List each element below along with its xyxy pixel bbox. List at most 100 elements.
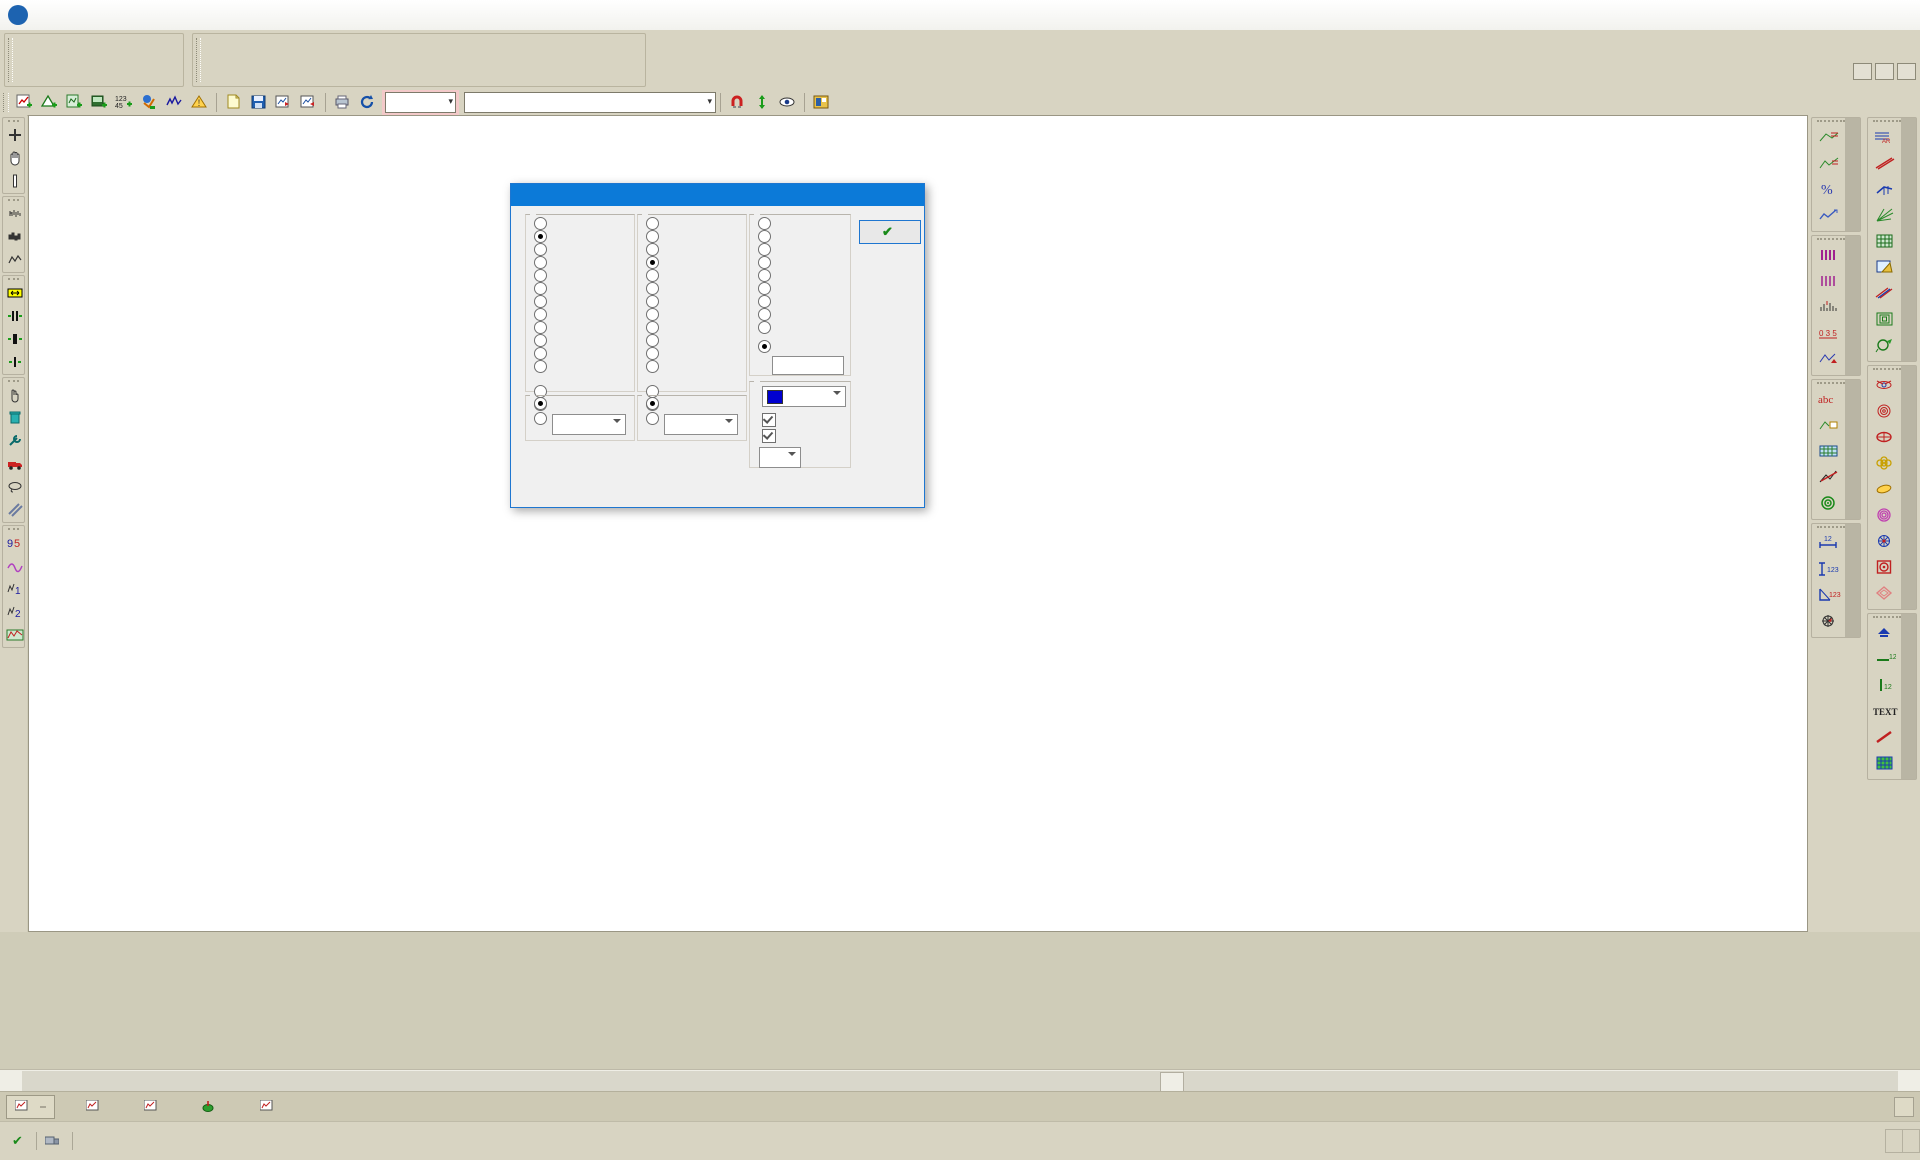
line-marker-icon[interactable] (1871, 724, 1899, 749)
harmonic-radio-3rd[interactable] (758, 243, 850, 256)
to-radio-moons-node[interactable] (646, 347, 746, 360)
line-width-select[interactable] (759, 447, 801, 468)
harmonic-radio-5th[interactable] (758, 269, 850, 282)
magnet-icon[interactable] (726, 91, 749, 114)
expand-horizontal-icon[interactable] (3, 305, 26, 327)
mdi-minimize-button[interactable] (1853, 63, 1872, 80)
from-orientation-geocentric[interactable] (534, 397, 634, 410)
oval-icon[interactable] (1871, 476, 1899, 501)
arrow-marker-icon[interactable] (1871, 620, 1899, 645)
square-spiral-icon[interactable] (1871, 306, 1899, 331)
harmonic-radio-2nd[interactable] (758, 230, 850, 243)
from-radio-moons-node[interactable] (534, 347, 634, 360)
menu-help[interactable] (75, 50, 89, 54)
alerts-icon[interactable] (38, 91, 61, 114)
chart-import-icon[interactable] (297, 91, 320, 114)
parallel-icon[interactable] (1871, 280, 1899, 305)
from-radio-chiron[interactable] (534, 360, 634, 373)
horizontal-marker-icon[interactable]: 12 (1871, 646, 1899, 671)
grid-marker-icon[interactable] (1871, 750, 1899, 775)
fractal-2-icon[interactable]: 2 (3, 601, 26, 623)
to-radio-earth-sun[interactable] (646, 243, 746, 256)
harmonic-custom-input[interactable] (772, 356, 844, 375)
open-chart-icon[interactable] (63, 91, 86, 114)
to-radio-uranus[interactable] (646, 295, 746, 308)
from-radio-mars[interactable] (534, 256, 634, 269)
from-radio-venus[interactable] (534, 230, 634, 243)
abc-icon[interactable]: abc (1815, 386, 1843, 411)
cycle-icon[interactable] (1871, 332, 1899, 357)
fan-icon[interactable] (1871, 202, 1899, 227)
angle-measure-icon[interactable]: 123 (1815, 582, 1843, 607)
menu-astro[interactable] (263, 50, 277, 54)
harmonic-radio-12th[interactable] (758, 308, 850, 321)
harmonic-radio-4th[interactable] (758, 256, 850, 269)
compass-icon[interactable] (1815, 608, 1843, 633)
fractal-1-icon[interactable]: 1 (3, 578, 26, 600)
to-radio-chiron[interactable] (646, 360, 746, 373)
collapse-horizontal-icon[interactable] (3, 328, 26, 350)
text-marker-icon[interactable]: TEXT (1871, 698, 1899, 723)
window-tab-3[interactable] (193, 1095, 229, 1119)
numbers-icon[interactable]: 123 45 (113, 91, 136, 114)
035-icon[interactable]: 0 3 5 (1815, 320, 1843, 345)
menu-format[interactable] (221, 50, 235, 54)
candle-chart-icon[interactable] (3, 226, 26, 248)
pitchfork-icon[interactable] (1871, 176, 1899, 201)
from-radio-neptune[interactable] (534, 308, 634, 321)
indicator-icon[interactable] (163, 91, 186, 114)
refresh-icon[interactable] (356, 91, 379, 114)
from-radio-earth-sun[interactable] (534, 243, 634, 256)
menu-chart[interactable] (207, 50, 221, 54)
harmonic-radio-1st[interactable] (758, 217, 850, 230)
menu-scripts[interactable] (47, 50, 61, 54)
menu-systems[interactable] (291, 50, 305, 54)
chart-export-icon[interactable] (272, 91, 295, 114)
vertical-scale-icon[interactable] (751, 91, 774, 114)
harmonic-radio-8th[interactable] (758, 295, 850, 308)
menu-patterns[interactable] (33, 50, 47, 54)
bar-chart-icon[interactable] (3, 203, 26, 225)
flower-icon[interactable] (1871, 450, 1899, 475)
show-lines-checkbox[interactable] (762, 428, 850, 443)
time-bars-icon[interactable] (1815, 242, 1843, 267)
format-aspects-dialog[interactable]: ✔ (510, 183, 925, 508)
percent-icon[interactable]: % (1815, 176, 1843, 201)
tabs-restore-button[interactable] (1894, 1097, 1914, 1117)
timeframe-select[interactable]: ▾ (385, 91, 456, 113)
mdi-restore-button[interactable] (1875, 63, 1894, 80)
trend-channel-icon[interactable] (1815, 124, 1843, 149)
truck-icon[interactable] (3, 453, 26, 475)
angle-icon[interactable] (1815, 464, 1843, 489)
ellipse-cross-icon[interactable] (1871, 424, 1899, 449)
print-icon[interactable] (331, 91, 354, 114)
harmonic-radio-24th[interactable] (758, 321, 850, 334)
menu-drawing[interactable] (277, 50, 291, 54)
line-chart-icon[interactable] (3, 249, 26, 271)
to-radio-saturn[interactable] (646, 282, 746, 295)
shrink-horizontal-icon[interactable] (3, 351, 26, 373)
to-radio-neptune[interactable] (646, 308, 746, 321)
circle-target-icon[interactable] (1871, 398, 1899, 423)
show-labels-checkbox[interactable] (762, 412, 850, 427)
pointer-hand-icon[interactable] (3, 384, 26, 406)
to-radio-jupiter[interactable] (646, 269, 746, 282)
crosshair-icon[interactable] (3, 124, 26, 146)
vertical-marker-icon[interactable]: 12 (1871, 672, 1899, 697)
from-radio-saturn[interactable] (534, 282, 634, 295)
new-chart-icon[interactable] (13, 91, 36, 114)
label-icon[interactable] (1815, 412, 1843, 437)
menu-trade[interactable] (319, 50, 333, 54)
window-tab-4[interactable] (251, 1095, 287, 1119)
span-highlight-icon[interactable] (3, 282, 26, 304)
symbol-select[interactable]: ▾ (464, 91, 716, 113)
horizontal-measure-icon[interactable]: 12 (1815, 530, 1843, 555)
ok-button[interactable]: ✔ (859, 220, 921, 244)
from-radio-moon[interactable] (534, 334, 634, 347)
price-zigzag-icon[interactable] (1815, 150, 1843, 175)
95-icon[interactable]: 95 (3, 532, 26, 554)
fib-retrace-icon[interactable]: AR (1871, 124, 1899, 149)
menu-artificial-intelligence[interactable] (249, 50, 263, 54)
diamond-icon[interactable] (1871, 580, 1899, 605)
band-gripper[interactable] (196, 38, 201, 82)
